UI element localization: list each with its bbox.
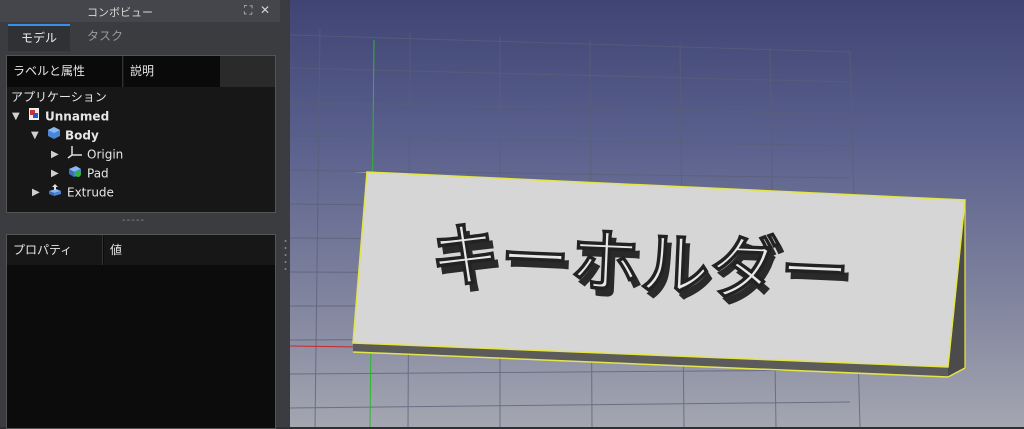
origin-axes-icon [67, 145, 83, 165]
panel-splitter-handle[interactable]: ----- [122, 215, 145, 226]
combo-view-title: コンボビュー [87, 6, 153, 19]
combo-view-tabs: モデル タスク [0, 24, 290, 51]
property-column-header-property[interactable]: プロパティ [7, 235, 103, 265]
tree-item-label: Pad [87, 166, 109, 181]
body-icon [47, 126, 61, 146]
property-column-header-value[interactable]: 値 [104, 235, 275, 265]
document-icon [27, 107, 41, 127]
extrude-icon [47, 183, 63, 203]
tree-item-pad[interactable]: Pad [67, 164, 109, 183]
chevron-right-icon[interactable]: ▶ [32, 187, 40, 198]
tree-item-label: Extrude [67, 185, 114, 200]
tab-model[interactable]: モデル [8, 24, 70, 51]
tree-root-application[interactable]: アプリケーション [11, 88, 107, 107]
tree-item-label: Unnamed [45, 109, 110, 124]
dock-resize-grip[interactable] [284, 238, 287, 276]
tree-column-header-description[interactable]: 説明 [124, 56, 220, 87]
tree-item-origin[interactable]: Origin [67, 145, 123, 164]
tree-item-unnamed[interactable]: Unnamed [27, 107, 109, 126]
close-icon[interactable]: ✕ [260, 3, 270, 17]
tree-column-header-label[interactable]: ラベルと属性 [7, 56, 123, 87]
chevron-down-icon[interactable]: ▼ [31, 130, 39, 141]
chevron-down-icon[interactable]: ▼ [12, 111, 20, 122]
model-tree[interactable]: ラベルと属性 説明 アプリケーション ▼ Unnamed ▼ Body ▶ Or… [6, 55, 276, 213]
model-text-extrusion: キーホルダー キーホルダー [428, 213, 856, 321]
property-view[interactable]: プロパティ 値 [6, 234, 276, 429]
tree-item-label: Body [65, 128, 99, 143]
chevron-right-icon[interactable]: ▶ [51, 149, 59, 160]
tree-item-extrude[interactable]: Extrude [47, 183, 114, 202]
tree-header-filler [220, 56, 275, 87]
combo-view-panel: コンボビュー ⛶ ✕ モデル タスク ラベルと属性 説明 アプリケーション ▼ … [0, 0, 290, 429]
x-axis-line [290, 345, 361, 348]
chevron-right-icon[interactable]: ▶ [51, 168, 59, 179]
float-window-icon[interactable]: ⛶ [244, 3, 252, 18]
3d-viewport[interactable]: キーホルダー キーホルダー [290, 0, 1024, 427]
tab-task[interactable]: タスク [80, 24, 130, 49]
tree-item-body[interactable]: Body [47, 126, 99, 145]
pad-icon [67, 164, 83, 184]
combo-view-titlebar: コンボビュー ⛶ ✕ [0, 0, 280, 22]
tree-item-label: Origin [87, 147, 124, 162]
